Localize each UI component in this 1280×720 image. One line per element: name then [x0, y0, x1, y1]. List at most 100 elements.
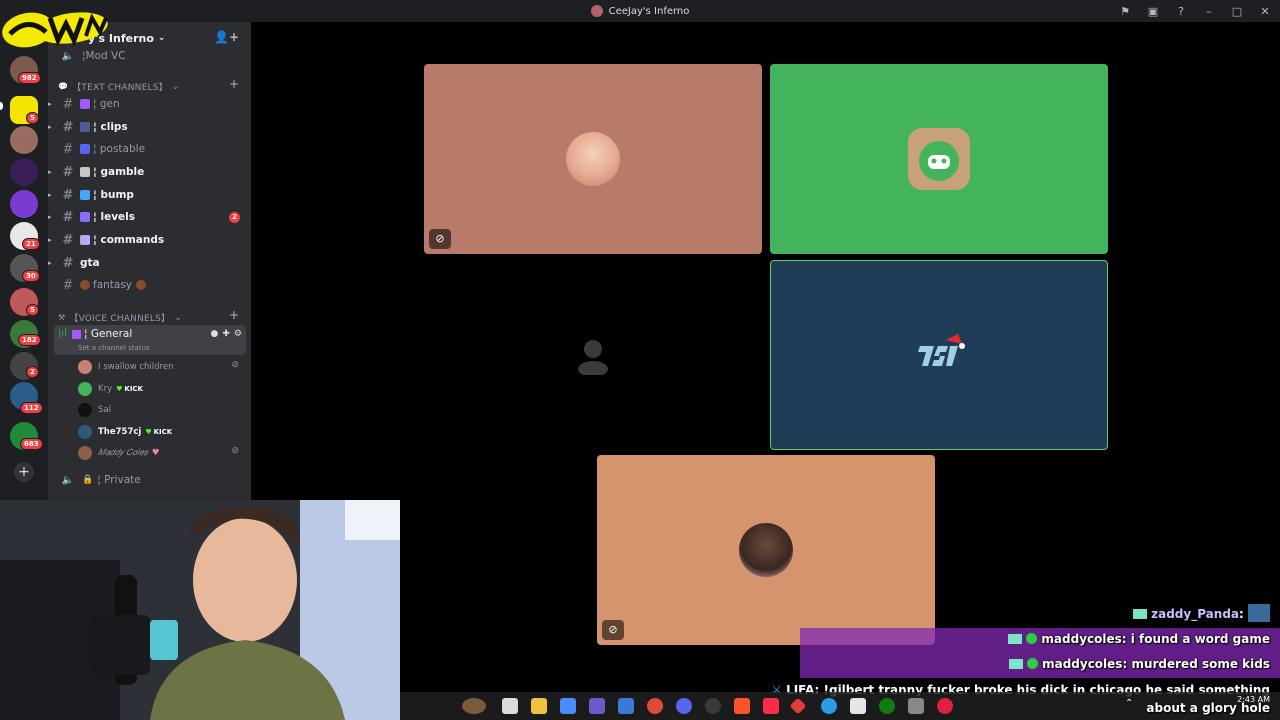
help-icon[interactable]: ? [1174, 5, 1188, 18]
channel-fantasy[interactable]: # fantasy [54, 275, 246, 295]
voice-channel-private[interactable]: 🔈 🔒 ¦ Private [54, 470, 246, 490]
window-title: CeeJay's Inferno [590, 5, 689, 17]
category-voice-channels[interactable]: ⚒ 【VOICE CHANNELS】 ⌄ [58, 311, 182, 325]
participant-tile[interactable] [424, 260, 762, 450]
badge-icon [1008, 634, 1023, 644]
participant-tile-speaking[interactable] [770, 260, 1108, 450]
participant-tile[interactable]: ⊘ [424, 64, 762, 254]
app-icon[interactable] [908, 698, 924, 714]
channel-label: ¦ bump [93, 189, 134, 201]
server-icon-4[interactable] [10, 158, 38, 186]
server-rail: 982 5 21 30 5 182 2 112 683 + [0, 22, 48, 500]
voice-user[interactable]: Sal [78, 401, 111, 419]
inbox-icon[interactable]: ⚑ [1118, 5, 1132, 18]
discord-icon [919, 141, 959, 181]
avatar [78, 382, 92, 396]
titlebar: CeeJay's Inferno ⚑ ▣ ? – □ ✕ [0, 0, 1280, 22]
add-member-icon[interactable]: ✚ [222, 329, 230, 339]
copilot-icon[interactable] [560, 698, 576, 714]
create-channel-button[interactable]: + [229, 77, 239, 91]
avatar [566, 132, 620, 186]
server-icon-3[interactable] [10, 126, 38, 154]
chat-username: maddycoles [1042, 657, 1123, 671]
channel-clips[interactable]: ▸ # ¦ clips [48, 117, 246, 137]
category-text-channels[interactable]: 💬 【TEXT CHANNELS】 ⌄ [58, 80, 180, 94]
invite-icon[interactable]: 👤+ [214, 30, 239, 44]
brave-icon[interactable] [734, 698, 750, 714]
hash-icon: # [62, 141, 74, 157]
server-icon-5[interactable] [10, 190, 38, 218]
channel-label: ¦ gen [93, 98, 120, 110]
voice-channel-general[interactable]: |ıl ¦ General Set a channel status ● ✚ ⚙ [54, 325, 246, 355]
add-server-icon[interactable]: + [14, 462, 34, 482]
store-icon[interactable] [618, 698, 634, 714]
server-badge: 5 [26, 112, 39, 124]
channel-sidebar: y's Inferno ⌄ 👤+ 🔈 ¦ Mod VC 💬 【TEXT CHAN… [48, 22, 251, 500]
emoji-icon [80, 122, 90, 132]
voice-user-name: The757cj [98, 427, 142, 437]
emoji-icon [80, 212, 90, 222]
voice-user[interactable]: Kry ♥ KICK [78, 380, 143, 398]
avatar [78, 446, 92, 460]
voice-user[interactable]: 𝑀𝑎𝑑𝑑𝑦 𝐶𝑜𝑙𝑒𝑠 ♥ [78, 444, 159, 462]
kick-label: KICK [124, 385, 143, 393]
xbox-icon[interactable] [879, 698, 895, 714]
channel-gamble[interactable]: ▸ # ¦ gamble [48, 162, 246, 182]
channel-label: ¦ levels [93, 211, 136, 223]
server-badge: 5 [26, 304, 39, 316]
close-icon[interactable]: ✕ [1258, 5, 1272, 18]
chevron-down-icon: ⌄ [171, 81, 180, 92]
stream-logo [2, 12, 108, 48]
screen-icon[interactable]: ▣ [1146, 5, 1160, 18]
chat-message: zaddy_Panda: [1133, 604, 1270, 622]
avatar [912, 328, 966, 382]
chat-message: maddycoles: murdered some kids [1009, 657, 1270, 671]
channel-gta[interactable]: ▸ # gta [48, 253, 246, 273]
channel-label: ¦ postable [93, 143, 146, 155]
channel-levels[interactable]: ▸ # ¦ levels 2 [48, 207, 246, 227]
hash-icon: # [62, 119, 74, 135]
hash-icon: # [62, 96, 74, 112]
voice-user[interactable]: The757cj ♥ KICK [78, 423, 172, 441]
football-icon [136, 280, 147, 290]
opera-icon[interactable] [937, 698, 953, 714]
file-icon[interactable] [502, 698, 518, 714]
football-icon [80, 280, 90, 290]
emoji-icon [80, 99, 90, 109]
create-voice-channel-button[interactable]: + [229, 308, 239, 322]
server-icon [590, 5, 603, 17]
channel-postable[interactable]: # ¦ postable [54, 139, 246, 159]
chat-text: murdered some kids [1131, 657, 1270, 671]
hash-icon: # [62, 209, 74, 225]
chat-bubble-icon[interactable]: ● [211, 329, 219, 339]
lock-icon: 🔒 [82, 475, 94, 485]
participant-tile[interactable]: ⊘ [597, 455, 935, 645]
voice-user[interactable]: I swallow children [78, 358, 173, 376]
folder-icon[interactable] [531, 698, 547, 714]
muted-mic-icon: ⊘ [602, 620, 624, 640]
chevron-up-icon[interactable]: ⌃ [1125, 698, 1133, 709]
channel-status[interactable]: Set a channel status [78, 344, 150, 352]
minimize-icon[interactable]: – [1202, 5, 1216, 18]
channel-bump[interactable]: ▸ # ¦ bump [48, 185, 246, 205]
app-icon[interactable] [789, 697, 807, 715]
channel-label: ¦ Private [97, 474, 141, 486]
server-badge: 21 [22, 238, 40, 250]
gear-icon[interactable]: ⚙ [234, 329, 242, 339]
obs-icon[interactable] [705, 698, 721, 714]
channel-commands[interactable]: ▸ # ¦ commands [48, 230, 246, 250]
chat-message-continuation: about a glory hole [1146, 701, 1270, 715]
channel-gen[interactable]: ▸ # ¦ gen [48, 94, 246, 114]
maximize-icon[interactable]: □ [1230, 5, 1244, 18]
discord-icon[interactable] [676, 698, 692, 714]
widgets-icon[interactable] [462, 698, 486, 714]
mail-icon[interactable] [850, 698, 866, 714]
music-icon[interactable] [763, 698, 779, 714]
teams-icon[interactable] [589, 698, 605, 714]
participant-tile[interactable] [770, 64, 1108, 254]
hash-icon: # [62, 232, 74, 248]
chrome-icon[interactable] [647, 698, 663, 714]
titlebar-controls: ⚑ ▣ ? – □ ✕ [1118, 0, 1272, 22]
edge-icon[interactable] [821, 698, 837, 714]
emoji-icon [80, 190, 90, 200]
